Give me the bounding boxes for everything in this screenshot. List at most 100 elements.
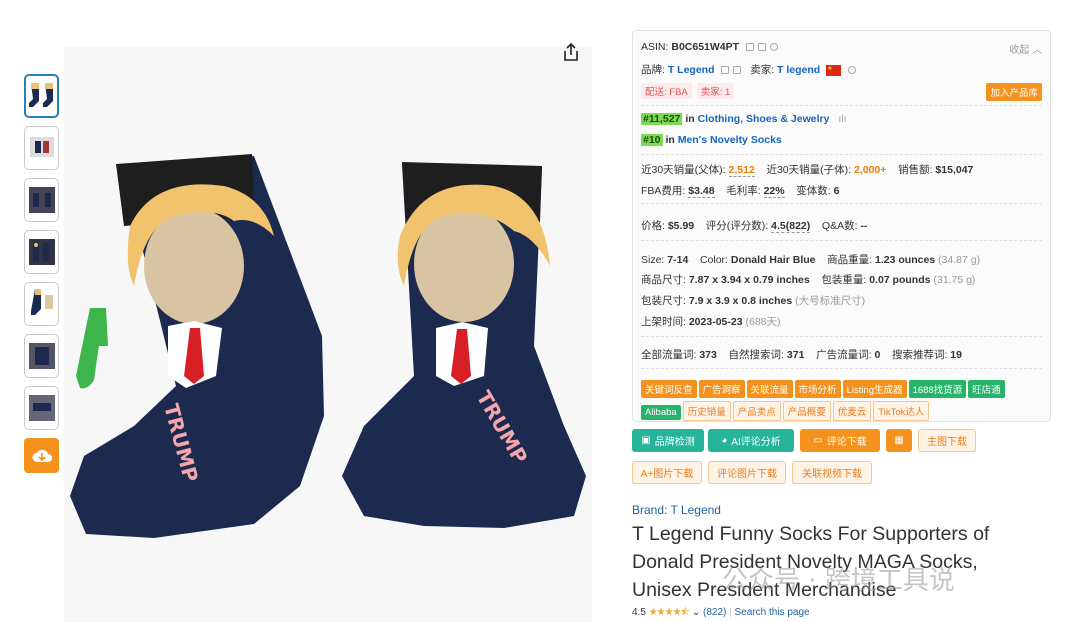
tag-youmaiyun[interactable]: 优麦云 xyxy=(832,401,872,421)
thumbnail-list xyxy=(24,74,60,473)
thumbnail-7[interactable] xyxy=(24,386,59,430)
main-product-image[interactable]: TRUMP TRUMP xyxy=(64,46,592,622)
pkg-dims-label: 包装尺寸: xyxy=(641,295,686,307)
thumbnail-4[interactable] xyxy=(24,230,59,274)
pie-chart-icon: ◕ xyxy=(721,435,728,446)
listed-row: 上架时间: 2023-05-23 (688天) xyxy=(641,314,781,329)
spec-row-1: Size: 7-14 Color: Donald Hair Blue 商品重量:… xyxy=(641,252,980,267)
rank-in: in xyxy=(665,134,675,146)
sales-parent-value[interactable]: 2,512 xyxy=(728,164,755,177)
sales-child-value: 2,000+ xyxy=(853,164,887,176)
weight-label: 商品重量: xyxy=(827,254,873,266)
thumbnail-image xyxy=(28,395,55,421)
thumbnail-image xyxy=(29,137,54,157)
external-link-icon[interactable] xyxy=(733,66,742,75)
sales-parent-label: 近30天销量(父体): xyxy=(641,164,726,176)
tag-product-overview[interactable]: 产品概要 xyxy=(782,401,831,421)
brand-check-button[interactable]: ▣ 品牌检测 xyxy=(632,429,704,452)
chevron-up-icon: ︿ xyxy=(1032,45,1042,56)
listed-days: (688天) xyxy=(745,316,781,328)
copy-icon[interactable] xyxy=(721,66,730,75)
seller-label: 卖家: xyxy=(750,64,775,76)
chevron-down-icon[interactable]: ⌄ xyxy=(692,607,700,618)
comment-icon: ▭ xyxy=(813,435,823,446)
shield-icon: ▣ xyxy=(641,435,651,446)
main-image-download-button[interactable]: 主图下载 xyxy=(918,429,976,452)
collapse-button[interactable]: 收起 ︿ xyxy=(1009,41,1042,56)
pkg-weight-grams: (31.75 g) xyxy=(933,274,976,286)
add-to-library-button[interactable]: 加入产品库 xyxy=(986,83,1042,101)
rank-category-link[interactable]: Men's Novelty Socks xyxy=(678,134,782,146)
thumbnail-2[interactable] xyxy=(24,126,59,170)
tag-selling-points[interactable]: 产品卖点 xyxy=(732,401,781,421)
rank-category-link[interactable]: Clothing, Shoes & Jewelry xyxy=(698,113,830,125)
cloud-download-icon xyxy=(32,449,52,462)
search-page-link[interactable]: Search this page xyxy=(735,607,810,618)
tag-wangdiantong[interactable]: 旺店通 xyxy=(968,380,1005,398)
rating-count-link[interactable]: (822) xyxy=(703,607,726,618)
tag-keyword-reverse[interactable]: 关键词反查 xyxy=(641,380,697,398)
margin-value[interactable]: 22% xyxy=(763,185,785,198)
tool-tags: 关键词反查 广告洞察 关联流量 市场分析 Listing生成器 1688找货源 旺店通 Al… xyxy=(641,380,1041,424)
thumbnail-5[interactable] xyxy=(24,282,59,326)
china-flag-icon xyxy=(826,64,842,76)
location-icon[interactable] xyxy=(848,66,857,75)
thumbnail-6[interactable] xyxy=(24,334,59,378)
ai-review-button[interactable]: ◕ AI评论分析 xyxy=(708,429,794,452)
variants-label: 变体数: xyxy=(796,185,831,197)
organic-label: 自然搜索词: xyxy=(728,349,784,361)
sales-child-label: 近30天销量(子体): xyxy=(766,164,852,176)
tag-history-sales[interactable]: 历史销量 xyxy=(682,401,731,421)
rating-value[interactable]: 4.5(822) xyxy=(771,220,811,233)
pkg-dims-type: (大号标准尺寸) xyxy=(795,295,866,307)
tag-alibaba[interactable]: Alibaba xyxy=(641,405,681,420)
tag-ad-insight[interactable]: 广告洞察 xyxy=(698,380,745,398)
download-images-button[interactable] xyxy=(24,438,59,473)
copy-icon[interactable] xyxy=(745,43,754,52)
tag-1688-sourcing[interactable]: 1688找货源 xyxy=(908,380,967,398)
color-value: Donald Hair Blue xyxy=(730,254,816,266)
revenue-label: 销售额: xyxy=(898,164,933,176)
brand-link[interactable]: T Legend xyxy=(668,64,715,76)
share-icon[interactable] xyxy=(561,42,581,62)
tag-listing-generator[interactable]: Listing生成器 xyxy=(842,380,907,398)
price-value: $5.99 xyxy=(667,220,695,232)
brand-label: 品牌: xyxy=(641,64,665,76)
brand-store-link[interactable]: Brand: T Legend xyxy=(632,503,721,517)
bar-chart-icon[interactable]: ılı xyxy=(838,113,846,125)
traffic-all-label: 全部流量词: xyxy=(641,349,697,361)
tag-related-traffic[interactable]: 关联流量 xyxy=(746,380,793,398)
location-icon[interactable] xyxy=(769,43,778,52)
seller-link[interactable]: T legend xyxy=(777,64,820,76)
price-row: 价格: $5.99 评分(评分数): 4.5(822) Q&A数: -- xyxy=(641,218,867,233)
video-download-button[interactable]: 关联视频下载 xyxy=(792,461,872,484)
rank-row-1: #11,527 in Clothing, Shoes & Jewelry ılı xyxy=(641,113,847,125)
calculator-button[interactable]: ▦ xyxy=(886,429,912,452)
tag-market-analysis[interactable]: 市场分析 xyxy=(794,380,841,398)
aplus-download-button[interactable]: A+图片下载 xyxy=(632,461,702,484)
review-download-button[interactable]: ▭ 评论下载 xyxy=(800,429,880,452)
thumbnail-image xyxy=(28,343,55,369)
divider xyxy=(641,154,1042,155)
asin-value[interactable]: B0C651W4PT xyxy=(671,41,739,53)
divider xyxy=(641,336,1042,337)
asin-row: ASIN: B0C651W4PT xyxy=(641,41,778,53)
thumbnail-3[interactable] xyxy=(24,178,59,222)
sellers-count-tag: 卖家: 1 xyxy=(696,83,735,99)
traffic-row: 全部流量词: 373 自然搜索词: 371 广告流量词: 0 搜索推荐词: 19 xyxy=(641,347,962,362)
rank-in: in xyxy=(685,113,695,125)
rating-number: 4.5 xyxy=(632,607,646,618)
weight-value: 1.23 ounces xyxy=(875,254,936,266)
thumbnail-1[interactable] xyxy=(24,74,59,118)
rank-badge: #10 xyxy=(641,134,663,146)
copy-icon-2[interactable] xyxy=(757,43,766,52)
ai-review-label: AI评论分析 xyxy=(731,437,781,448)
thumbnail-image xyxy=(28,239,55,265)
tag-tiktok-influencer[interactable]: TikTok达人 xyxy=(873,401,930,421)
pkg-dims-value: 7.9 x 3.9 x 0.8 inches xyxy=(688,295,793,307)
fba-fee-value[interactable]: $3.48 xyxy=(688,185,715,198)
star-rating-icon[interactable]: ★★★★⯪ xyxy=(649,607,690,618)
review-images-download-button[interactable]: 评论图片下载 xyxy=(708,461,786,484)
divider xyxy=(641,368,1042,369)
listed-label: 上架时间: xyxy=(641,316,686,328)
